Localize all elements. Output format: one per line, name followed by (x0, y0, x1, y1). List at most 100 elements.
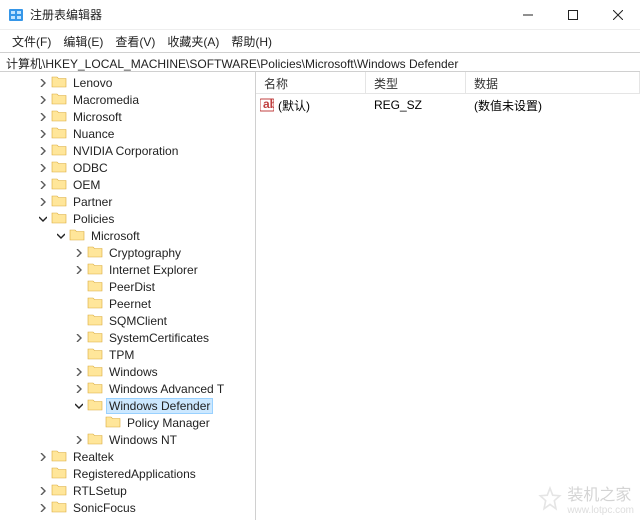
column-type[interactable]: 类型 (366, 72, 466, 93)
tree-node[interactable]: SQMClient (0, 312, 255, 329)
tree-node[interactable]: Microsoft (0, 108, 255, 125)
folder-icon (51, 159, 71, 176)
title-bar: 注册表编辑器 (0, 0, 640, 30)
registry-tree[interactable]: Lenovo Macromedia Microsoft Nuance NVIDIA Co… (0, 74, 255, 516)
chevron-right-icon[interactable] (36, 484, 50, 498)
menu-help[interactable]: 帮助(H) (225, 31, 278, 52)
chevron-right-icon[interactable] (36, 93, 50, 107)
tree-node[interactable]: NVIDIA Corporation (0, 142, 255, 159)
chevron-down-icon[interactable] (54, 229, 68, 243)
tree-node[interactable]: SonicFocus (0, 499, 255, 516)
tree-node[interactable]: SystemCertificates (0, 329, 255, 346)
tree-node[interactable]: Policies (0, 210, 255, 227)
tree-node-label: SQMClient (107, 314, 169, 328)
folder-icon (87, 363, 107, 380)
chevron-right-icon[interactable] (36, 127, 50, 141)
menu-favorites[interactable]: 收藏夹(A) (161, 31, 225, 52)
tree-node[interactable]: OEM (0, 176, 255, 193)
menu-edit[interactable]: 编辑(E) (57, 31, 109, 52)
tree-node-label: Microsoft (89, 229, 142, 243)
folder-icon (51, 448, 71, 465)
folder-icon (51, 74, 71, 91)
values-list[interactable]: (默认) REG_SZ(数值未设置) (256, 94, 640, 116)
tree-node[interactable]: Microsoft (0, 227, 255, 244)
chevron-down-icon[interactable] (36, 212, 50, 226)
tree-node-label: Windows NT (107, 433, 179, 447)
tree-node-label: Macromedia (71, 93, 141, 107)
tree-node[interactable]: Peernet (0, 295, 255, 312)
tree-node-label: Peernet (107, 297, 153, 311)
tree-node-label: RTLSetup (71, 484, 129, 498)
tree-node-label: NVIDIA Corporation (71, 144, 180, 158)
address-bar[interactable]: 计算机\HKEY_LOCAL_MACHINE\SOFTWARE\Policies… (0, 52, 640, 72)
values-header: 名称 类型 数据 (256, 72, 640, 94)
folder-icon (87, 397, 107, 414)
chevron-right-icon[interactable] (72, 365, 86, 379)
chevron-right-icon[interactable] (36, 178, 50, 192)
minimize-button[interactable] (505, 0, 550, 30)
tree-node-label: RegisteredApplications (71, 467, 198, 481)
tree-node[interactable]: Windows NT (0, 431, 255, 448)
chevron-right-icon[interactable] (72, 263, 86, 277)
tree-node-label: Internet Explorer (107, 263, 200, 277)
tree-node[interactable]: Macromedia (0, 91, 255, 108)
chevron-right-icon[interactable] (36, 144, 50, 158)
chevron-right-icon[interactable] (72, 433, 86, 447)
tree-node[interactable]: Internet Explorer (0, 261, 255, 278)
tree-node-label: Policy Manager (125, 416, 212, 430)
tree-node[interactable]: ODBC (0, 159, 255, 176)
maximize-button[interactable] (550, 0, 595, 30)
chevron-right-icon[interactable] (36, 501, 50, 515)
folder-icon (51, 91, 71, 108)
chevron-right-icon[interactable] (72, 331, 86, 345)
column-name[interactable]: 名称 (256, 72, 366, 93)
tree-node[interactable]: PeerDist (0, 278, 255, 295)
folder-icon (87, 329, 107, 346)
chevron-right-icon[interactable] (72, 382, 86, 396)
tree-node-label: Realtek (71, 450, 116, 464)
folder-icon (105, 414, 125, 431)
chevron-right-icon[interactable] (36, 76, 50, 90)
folder-icon (51, 465, 71, 482)
folder-icon (87, 295, 107, 312)
menu-view[interactable]: 查看(V) (109, 31, 161, 52)
tree-node-label: Windows Advanced T (107, 382, 226, 396)
tree-node[interactable]: Windows Defender (0, 397, 255, 414)
value-name: (默认) (278, 97, 310, 114)
folder-icon (51, 210, 71, 227)
value-type: REG_SZ (366, 98, 466, 112)
tree-node[interactable]: Nuance (0, 125, 255, 142)
column-data[interactable]: 数据 (466, 72, 640, 93)
tree-node-label: Nuance (71, 127, 116, 141)
value-row[interactable]: (默认) REG_SZ(数值未设置) (256, 96, 640, 114)
tree-node[interactable]: TPM (0, 346, 255, 363)
tree-node[interactable]: RegisteredApplications (0, 465, 255, 482)
tree-node[interactable]: Windows (0, 363, 255, 380)
folder-icon (87, 278, 107, 295)
tree-node[interactable]: Policy Manager (0, 414, 255, 431)
folder-icon (51, 176, 71, 193)
menu-file[interactable]: 文件(F) (6, 31, 57, 52)
folder-icon (51, 125, 71, 142)
tree-node[interactable]: Realtek (0, 448, 255, 465)
chevron-right-icon[interactable] (72, 246, 86, 260)
tree-node-label: Windows (107, 365, 160, 379)
value-data: (数值未设置) (466, 97, 640, 114)
tree-node[interactable]: Windows Advanced T (0, 380, 255, 397)
chevron-right-icon[interactable] (36, 110, 50, 124)
tree-node-label: Policies (71, 212, 116, 226)
tree-node[interactable]: Cryptography (0, 244, 255, 261)
tree-node-label: Windows Defender (107, 399, 212, 413)
tree-node[interactable]: RTLSetup (0, 482, 255, 499)
chevron-right-icon[interactable] (36, 450, 50, 464)
tree-node[interactable]: Partner (0, 193, 255, 210)
tree-node[interactable]: Lenovo (0, 74, 255, 91)
tree-node-label: Microsoft (71, 110, 124, 124)
folder-icon (51, 193, 71, 210)
tree-node-label: OEM (71, 178, 102, 192)
chevron-right-icon[interactable] (36, 161, 50, 175)
close-button[interactable] (595, 0, 640, 30)
chevron-right-icon[interactable] (36, 195, 50, 209)
chevron-down-icon[interactable] (72, 399, 86, 413)
tree-pane[interactable]: Lenovo Macromedia Microsoft Nuance NVIDIA Co… (0, 72, 256, 520)
